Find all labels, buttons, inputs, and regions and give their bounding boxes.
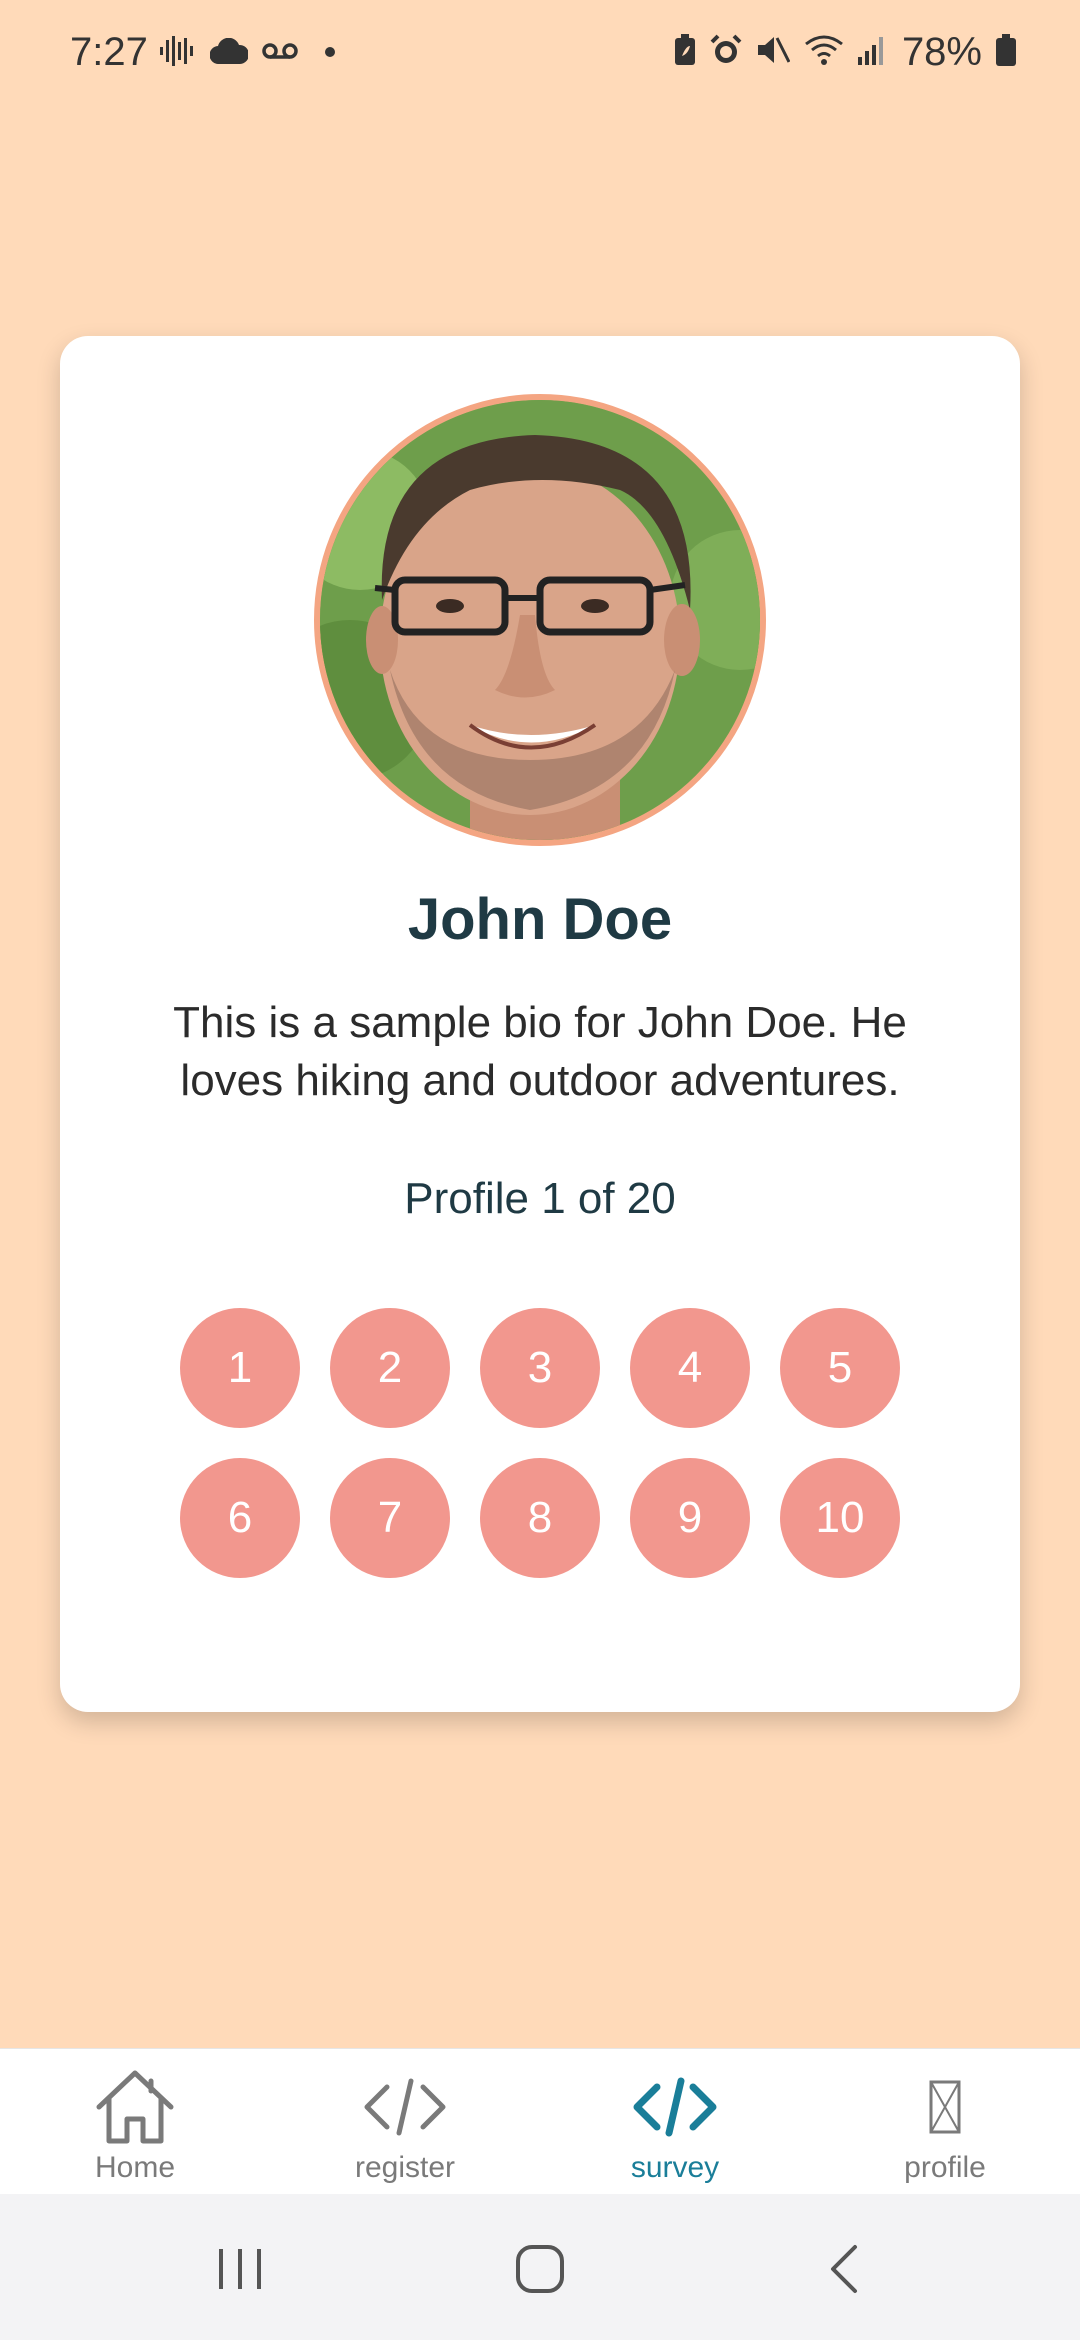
profile-card: John Doe This is a sample bio for John D… — [60, 336, 1020, 1712]
home-button[interactable] — [500, 2234, 580, 2304]
wifi-icon — [804, 34, 844, 71]
tab-home[interactable]: Home — [0, 2049, 270, 2195]
alarm-icon — [710, 34, 742, 71]
tab-survey[interactable]: survey — [540, 2049, 810, 2195]
profile-bio: This is a sample bio for John Doe. He lo… — [173, 998, 907, 1105]
status-time: 7:27 — [70, 30, 148, 74]
code-icon — [270, 2067, 540, 2147]
tab-register[interactable]: register — [270, 2049, 540, 2195]
tab-home-label: Home — [94, 2151, 176, 2184]
rating-button-10[interactable]: 10 — [780, 1458, 900, 1578]
bottom-tab-bar: Home register survey profile — [0, 2048, 1080, 2195]
battery-percentage: 78% — [901, 30, 982, 74]
signal-icon — [857, 35, 888, 70]
dot-icon — [324, 45, 336, 63]
soundwave-icon — [160, 36, 196, 71]
rating-button-9[interactable]: 9 — [630, 1458, 750, 1578]
missing-glyph-icon — [810, 2067, 1080, 2147]
battery-saver-icon — [674, 34, 696, 71]
tab-register-label: register — [354, 2151, 456, 2184]
code-icon — [540, 2067, 810, 2147]
profile-avatar — [314, 394, 766, 846]
rating-button-4[interactable]: 4 — [630, 1308, 750, 1428]
avatar-photo — [320, 400, 760, 840]
tab-profile-label: profile — [904, 2151, 986, 2184]
rating-button-3[interactable]: 3 — [480, 1308, 600, 1428]
home-circle-icon — [516, 2245, 564, 2293]
status-right-icons: 78% — [674, 30, 1016, 75]
mute-icon — [756, 34, 791, 71]
battery-icon — [996, 34, 1016, 71]
system-nav-bar — [0, 2194, 1080, 2340]
profile-counter: Profile 1 of 20 — [404, 1174, 676, 1223]
tab-survey-label: survey — [630, 2151, 720, 2184]
rating-button-5[interactable]: 5 — [780, 1308, 900, 1428]
recent-apps-button[interactable] — [200, 2234, 280, 2304]
status-bar: 7:27 78% — [0, 0, 1080, 110]
rating-button-6[interactable]: 6 — [180, 1458, 300, 1578]
rating-button-8[interactable]: 8 — [480, 1458, 600, 1578]
profile-name: John Doe — [407, 887, 673, 952]
voicemail-icon — [262, 41, 298, 66]
back-button[interactable] — [805, 2234, 885, 2304]
rating-button-7[interactable]: 7 — [330, 1458, 450, 1578]
status-left-icons — [160, 36, 336, 71]
tab-profile[interactable]: profile — [810, 2049, 1080, 2195]
rating-button-2[interactable]: 2 — [330, 1308, 450, 1428]
recent-apps-icon — [219, 2249, 261, 2289]
cloud-icon — [209, 37, 250, 69]
back-icon — [831, 2245, 857, 2293]
home-icon — [0, 2067, 270, 2147]
rating-button-1[interactable]: 1 — [180, 1308, 300, 1428]
